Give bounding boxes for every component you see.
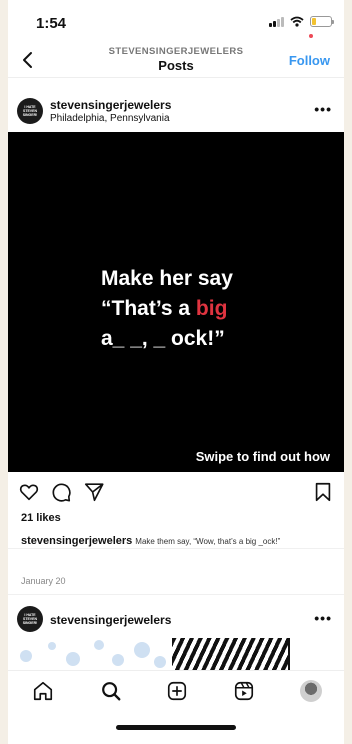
post-caption: stevensingerjewelers Make them say, “Wow,… bbox=[21, 531, 341, 549]
follow-button[interactable]: Follow bbox=[289, 53, 330, 68]
avatar-logo-text: I HATE STEVEN SINGER! bbox=[22, 613, 38, 625]
post-header: I HATE STEVEN SINGER! stevensingerjewele… bbox=[8, 92, 344, 132]
status-icons bbox=[269, 16, 334, 27]
post-header-2: I HATE STEVEN SINGER! stevensingerjewele… bbox=[8, 602, 344, 638]
home-indicator bbox=[116, 725, 236, 730]
instagram-posts-screen: 1:54 STEVENSINGERJEWELERS Posts Follow I… bbox=[8, 0, 344, 744]
post-location[interactable]: Philadelphia, Pennsylvania bbox=[50, 113, 170, 124]
notification-dot bbox=[309, 34, 313, 38]
post-username[interactable]: stevensingerjewelers bbox=[50, 98, 171, 112]
comment-icon[interactable] bbox=[50, 481, 72, 503]
comic-panel bbox=[288, 638, 344, 670]
bookmark-icon[interactable] bbox=[312, 481, 334, 503]
post-image[interactable]: Make her say “That’s a big a_ _, _ ock!”… bbox=[8, 132, 344, 472]
posts-header: STEVENSINGERJEWELERS Posts Follow bbox=[8, 44, 344, 78]
avatar[interactable]: I HATE STEVEN SINGER! bbox=[17, 98, 43, 124]
send-icon[interactable] bbox=[83, 481, 105, 503]
avatar[interactable]: I HATE STEVEN SINGER! bbox=[17, 606, 43, 632]
battery-icon bbox=[310, 16, 334, 27]
status-bar: 1:54 bbox=[8, 0, 344, 44]
divider bbox=[8, 594, 344, 595]
comic-illustration bbox=[172, 638, 292, 670]
likes-count[interactable]: 21 likes bbox=[21, 512, 61, 524]
more-horizontal-icon[interactable]: ••• bbox=[314, 101, 332, 117]
divider bbox=[8, 548, 344, 549]
image-text-line-1: Make her say bbox=[101, 267, 233, 290]
status-time: 1:54 bbox=[36, 15, 67, 32]
image-text-line-3: a_ _, _ ock!” bbox=[101, 327, 225, 350]
image-text-line-2: “That’s a big bbox=[101, 297, 227, 321]
post-username[interactable]: stevensingerjewelers bbox=[50, 613, 171, 627]
add-post-icon[interactable] bbox=[166, 680, 188, 702]
caption-username[interactable]: stevensingerjewelers bbox=[21, 535, 132, 547]
post-image-2[interactable] bbox=[8, 638, 344, 670]
image-text-line-2-start: “That’s a bbox=[101, 297, 196, 320]
reels-icon[interactable] bbox=[233, 680, 255, 702]
swipe-hint: Swipe to find out how bbox=[195, 449, 330, 464]
search-icon[interactable] bbox=[100, 680, 122, 702]
home-icon[interactable] bbox=[32, 680, 54, 702]
heart-icon[interactable] bbox=[18, 481, 40, 503]
post-date: January 20 bbox=[21, 576, 66, 586]
profile-avatar[interactable] bbox=[300, 680, 322, 702]
image-text-highlight: big bbox=[195, 297, 228, 320]
caption-text: Make them say, “Wow, that’s a big _ock!” bbox=[135, 537, 281, 546]
tab-bar bbox=[8, 670, 344, 712]
more-horizontal-icon[interactable]: ••• bbox=[314, 610, 332, 626]
post-actions bbox=[8, 472, 344, 512]
signal-icon bbox=[269, 16, 284, 27]
avatar-logo-text: I HATE STEVEN SINGER! bbox=[22, 105, 38, 117]
wifi-icon bbox=[290, 16, 304, 27]
